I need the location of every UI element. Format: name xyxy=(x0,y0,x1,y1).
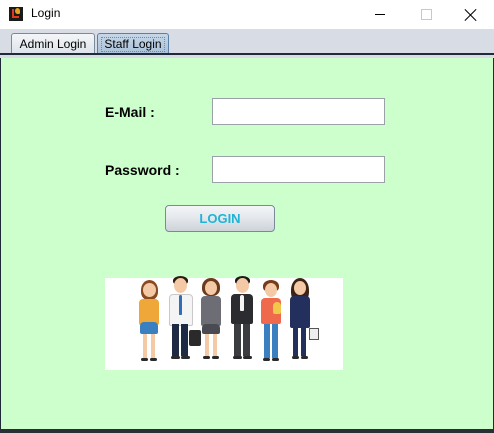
tab-admin-login[interactable]: Admin Login xyxy=(11,33,95,54)
minimize-icon xyxy=(375,14,385,15)
close-icon xyxy=(465,9,477,21)
window-title: Login xyxy=(31,6,61,20)
maximize-icon xyxy=(420,9,432,20)
java-app-icon xyxy=(9,7,23,21)
title-bar: Login xyxy=(0,0,494,29)
email-field[interactable] xyxy=(212,98,385,125)
tab-staff-login[interactable]: Staff Login xyxy=(97,33,169,54)
person-figure xyxy=(229,276,255,364)
minimize-button[interactable] xyxy=(357,0,403,29)
staff-login-panel: E-Mail : Password : LOGIN xyxy=(0,58,494,430)
person-figure xyxy=(259,280,283,364)
person-figure xyxy=(137,280,161,364)
password-label: Password : xyxy=(105,162,180,178)
tab-strip: Admin Login Staff Login xyxy=(0,29,494,54)
person-figure xyxy=(199,278,223,364)
email-label: E-Mail : xyxy=(105,104,155,120)
tab-label: Staff Login xyxy=(104,37,162,51)
clipboard-icon xyxy=(309,328,319,340)
password-field[interactable] xyxy=(212,156,385,183)
maximize-button[interactable] xyxy=(403,0,449,29)
person-figure xyxy=(287,278,313,364)
group-of-people-image xyxy=(105,276,343,370)
tab-label: Admin Login xyxy=(19,37,87,51)
person-figure xyxy=(167,276,193,364)
login-button[interactable]: LOGIN xyxy=(165,205,275,232)
window-bottom-border xyxy=(0,429,494,433)
close-button[interactable] xyxy=(448,0,494,29)
